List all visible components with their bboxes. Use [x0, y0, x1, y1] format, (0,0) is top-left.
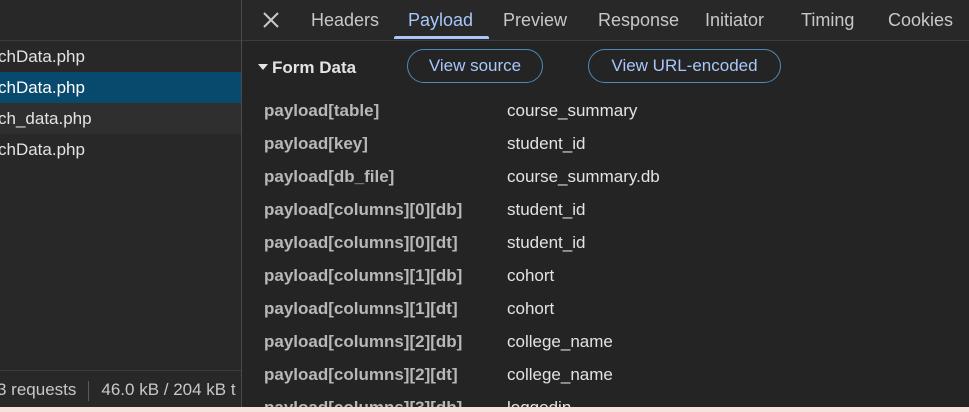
status-separator — [88, 380, 90, 401]
form-data-value[interactable]: loggedin — [507, 391, 571, 407]
request-list: chData.php chData.php ch_data.php chData… — [0, 41, 241, 165]
form-data-row: payload[db_file] course_summary.db — [242, 160, 969, 193]
form-data-key: payload[columns][3][db] — [264, 391, 462, 407]
request-list-panel: chData.php chData.php ch_data.php chData… — [0, 0, 241, 407]
form-data-row: payload[columns][0][db] student_id — [242, 193, 969, 226]
request-item-label: chData.php — [0, 78, 85, 97]
tab-cookies[interactable]: Cookies — [888, 0, 953, 40]
expand-triangle-icon — [258, 64, 268, 71]
form-data-key: payload[key] — [264, 134, 368, 153]
form-data-row: payload[columns][0][dt] student_id — [242, 226, 969, 259]
details-tabbar: Headers Payload Preview Response Initiat… — [242, 0, 969, 41]
request-list-header — [0, 0, 241, 41]
form-data-row: payload[key] student_id — [242, 127, 969, 160]
tab-headers[interactable]: Headers — [311, 0, 379, 40]
form-data-key: payload[table] — [264, 101, 380, 120]
tab-payload[interactable]: Payload — [408, 0, 473, 40]
view-url-encoded-button[interactable]: View URL-encoded — [588, 49, 781, 83]
request-count: 3 requests — [0, 380, 77, 399]
tab-timing[interactable]: Timing — [801, 0, 854, 40]
form-data-key: payload[db_file] — [264, 167, 395, 186]
request-item[interactable]: ch_data.php — [0, 103, 241, 134]
form-data-row: payload[columns][1][dt] cohort — [242, 292, 969, 325]
form-data-title: Form Data — [272, 58, 357, 77]
form-data-row: payload[columns][2][db] college_name — [242, 325, 969, 358]
form-data-key: payload[columns][1][dt] — [264, 299, 458, 318]
form-data-row: payload[columns][3][db] loggedin — [242, 391, 969, 407]
form-data-value[interactable]: course_summary — [507, 94, 637, 127]
form-data-value[interactable]: cohort — [507, 292, 554, 325]
request-item-label: ch_data.php — [0, 109, 92, 128]
tab-response[interactable]: Response — [598, 0, 679, 40]
request-item-selected[interactable]: chData.php — [0, 72, 241, 103]
form-data-row: payload[table] course_summary — [242, 94, 969, 127]
form-data-value[interactable]: student_id — [507, 127, 585, 160]
request-details-panel: Headers Payload Preview Response Initiat… — [242, 0, 969, 407]
tab-preview[interactable]: Preview — [503, 0, 567, 40]
form-data-section-toggle[interactable]: Form Data — [258, 52, 356, 84]
form-data-key: payload[columns][2][dt] — [264, 365, 458, 384]
request-item[interactable]: chData.php — [0, 134, 241, 165]
form-data-row: payload[columns][1][db] cohort — [242, 259, 969, 292]
view-source-button[interactable]: View source — [407, 49, 543, 83]
form-data-key: payload[columns][1][db] — [264, 266, 463, 285]
form-data-key: payload[columns][0][db] — [264, 200, 463, 219]
form-data-value[interactable]: cohort — [507, 259, 554, 292]
active-tab-indicator — [394, 36, 489, 39]
devtools-network-window: chData.php chData.php ch_data.php chData… — [0, 0, 969, 412]
request-item-label: chData.php — [0, 140, 85, 159]
form-data-value[interactable]: student_id — [507, 193, 585, 226]
form-data-list: payload[table] course_summary payload[ke… — [242, 94, 969, 407]
tab-initiator[interactable]: Initiator — [705, 0, 764, 40]
network-status-bar: 3 requests 46.0 kB / 204 kB t — [0, 370, 241, 407]
request-item-label: chData.php — [0, 47, 85, 66]
form-data-value[interactable]: college_name — [507, 358, 613, 391]
form-data-row: payload[columns][2][dt] college_name — [242, 358, 969, 391]
form-data-value[interactable]: college_name — [507, 325, 613, 358]
form-data-value[interactable]: student_id — [507, 226, 585, 259]
bottom-strip — [0, 407, 969, 412]
request-item[interactable]: chData.php — [0, 41, 241, 72]
form-data-key: payload[columns][0][dt] — [264, 233, 458, 252]
form-data-value[interactable]: course_summary.db — [507, 160, 660, 193]
form-data-key: payload[columns][2][db] — [264, 332, 463, 351]
transfer-size: 46.0 kB / 204 kB t — [101, 380, 236, 399]
close-icon[interactable] — [259, 8, 283, 32]
